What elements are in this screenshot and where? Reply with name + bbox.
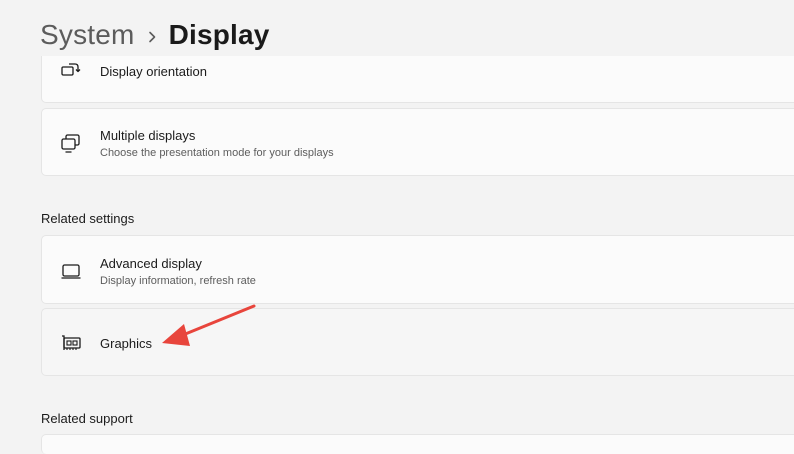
- multiple-displays-title: Multiple displays: [100, 128, 196, 143]
- chevron-right-icon: [135, 19, 169, 51]
- multiple-displays-card[interactable]: Multiple displays Choose the presentatio…: [41, 108, 794, 176]
- advanced-display-title: Advanced display: [100, 256, 202, 271]
- multiple-displays-icon: [60, 132, 82, 154]
- page-title: Display: [168, 19, 270, 50]
- related-settings-heading: Related settings: [41, 211, 135, 226]
- multiple-displays-description: Choose the presentation mode for your di…: [100, 147, 334, 159]
- breadcrumb: System Display: [40, 14, 270, 56]
- advanced-display-card[interactable]: Advanced display Display information, re…: [41, 235, 794, 304]
- display-orientation-icon: [60, 60, 82, 82]
- graphics-title: Graphics: [100, 336, 153, 351]
- related-support-heading: Related support: [41, 411, 133, 426]
- advanced-display-description: Display information, refresh rate: [100, 275, 256, 287]
- graphics-card-icon: [60, 332, 82, 354]
- display-orientation-title: Display orientation: [100, 64, 207, 79]
- graphics-card[interactable]: Graphics: [41, 308, 794, 376]
- monitor-icon: [60, 260, 82, 282]
- display-orientation-card[interactable]: Display orientation: [41, 56, 794, 103]
- related-support-card[interactable]: [41, 434, 794, 454]
- breadcrumb-system-link[interactable]: System: [40, 19, 135, 51]
